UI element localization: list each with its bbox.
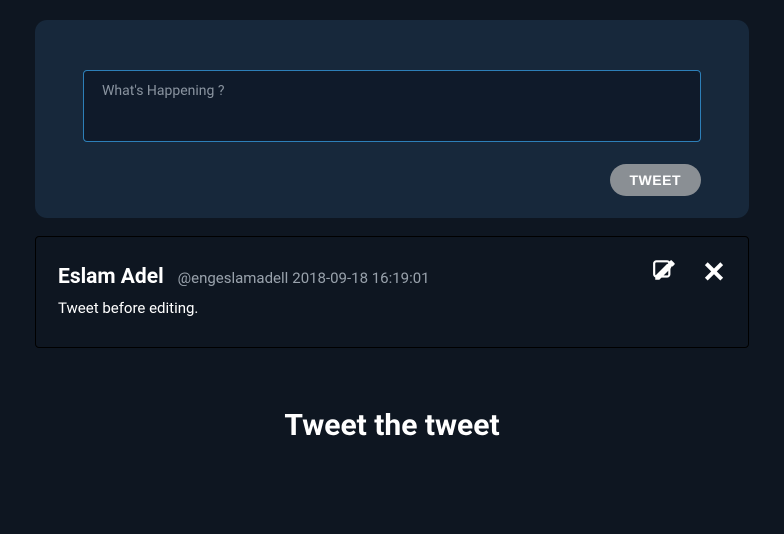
tweet-identity: Eslam Adel @engeslamadell 2018-09-18 16:… (58, 265, 430, 289)
tweet-body: Tweet before editing. (58, 299, 726, 317)
tweet-header: Eslam Adel @engeslamadell 2018-09-18 16:… (58, 257, 726, 289)
tweet-meta: @engeslamadell 2018-09-18 16:19:01 (178, 268, 430, 287)
close-icon (702, 258, 726, 282)
compose-panel: TWEET (35, 20, 749, 218)
tweet-timestamp: 2018-09-18 16:19:01 (292, 269, 429, 287)
tweet-actions (652, 257, 726, 283)
compose-input[interactable] (83, 70, 701, 142)
tweet-card: Eslam Adel @engeslamadell 2018-09-18 16:… (35, 236, 749, 348)
section-heading: Tweet the tweet (35, 408, 749, 443)
tweet-author-handle: @engeslamadell (178, 269, 289, 287)
edit-tweet-button[interactable] (652, 257, 678, 283)
compose-actions: TWEET (83, 164, 701, 196)
tweet-author-name: Eslam Adel (58, 265, 164, 289)
tweet-submit-button[interactable]: TWEET (610, 164, 702, 196)
delete-tweet-button[interactable] (702, 258, 726, 282)
edit-icon (652, 257, 678, 283)
